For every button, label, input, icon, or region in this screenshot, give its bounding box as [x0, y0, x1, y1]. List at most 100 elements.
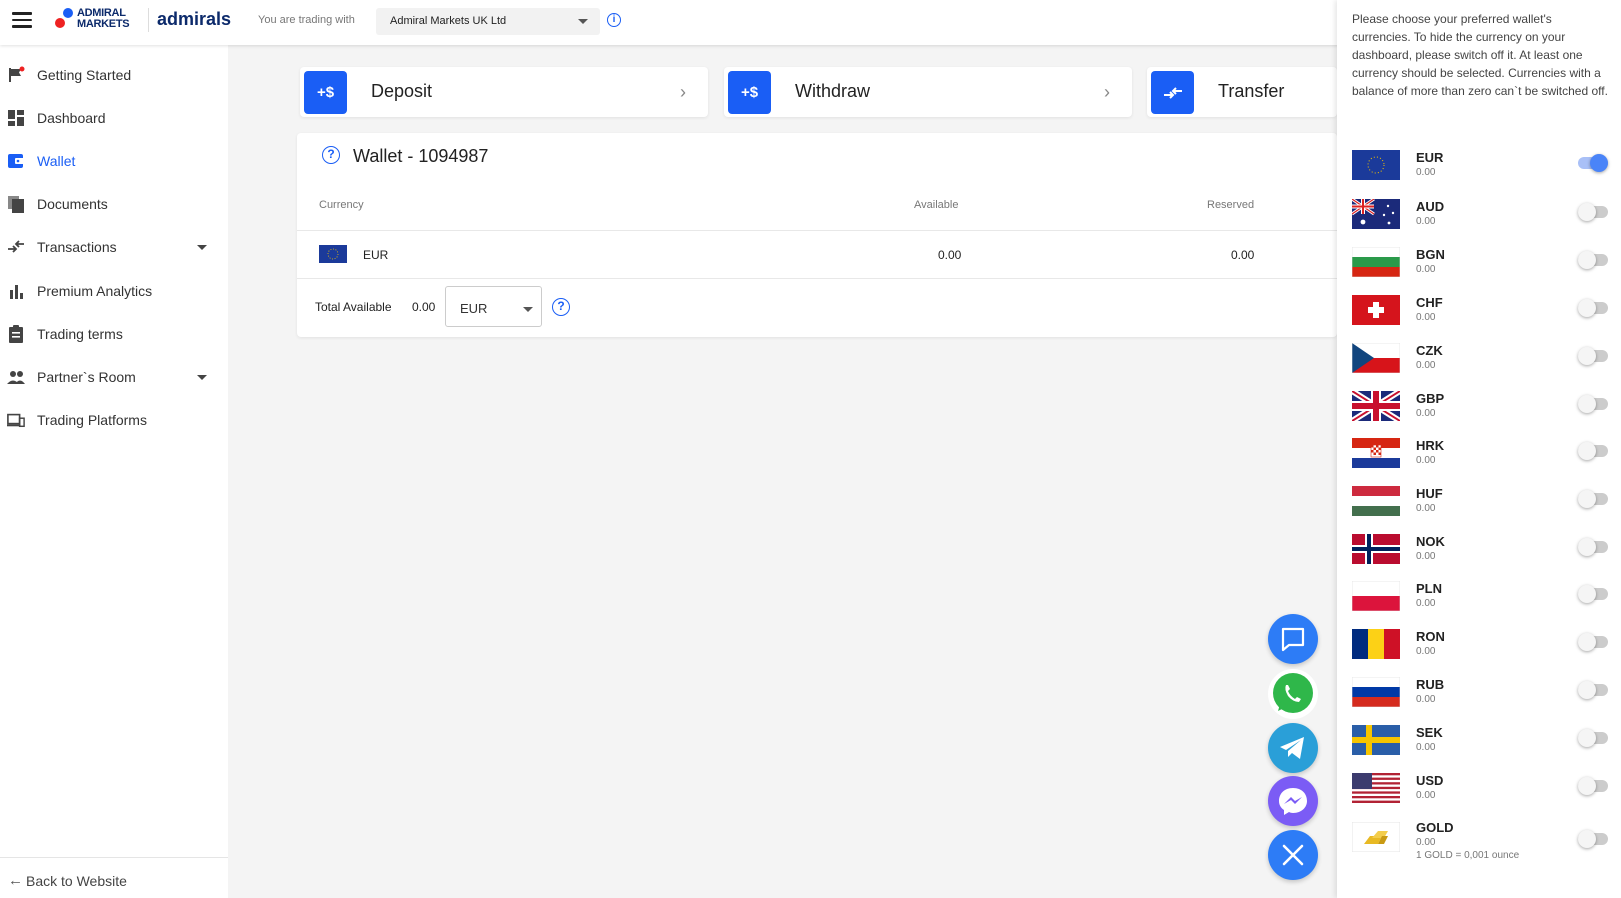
column-header-reserved: Reserved — [1207, 199, 1255, 211]
flag-icon — [9, 66, 25, 82]
admirals-logo[interactable]: admirals — [157, 9, 231, 30]
column-header-currency: Currency — [319, 199, 364, 211]
deposit-label: Deposit — [371, 81, 433, 101]
currency-code: GOLD — [1416, 820, 1454, 835]
logo-text: ADMIRAL MARKETS — [77, 8, 130, 30]
hungary-flag-icon — [1352, 486, 1400, 516]
documents-icon — [8, 196, 24, 213]
transfer-arrows-icon — [8, 240, 24, 253]
currency-code: BGN — [1416, 247, 1445, 262]
currency-row-rub: RUB 0.00 — [1337, 671, 1621, 719]
currency-toggle[interactable] — [1578, 299, 1608, 317]
arrow-left-icon: ← — [8, 872, 23, 889]
currency-row-huf: HUF 0.00 — [1337, 480, 1621, 528]
currency-row-nok: NOK 0.00 — [1337, 528, 1621, 576]
sweden-flag-icon — [1352, 725, 1400, 755]
sidebar-item-label: Trading Platforms — [37, 412, 147, 428]
currency-toggle[interactable] — [1578, 154, 1608, 172]
currency-toggle[interactable] — [1578, 490, 1608, 508]
currency-balance: 0.00 — [1416, 312, 1436, 323]
gold-unit-note: 1 GOLD = 0,001 ounce — [1416, 850, 1520, 861]
currency-row-aud: AUD 0.00 — [1337, 193, 1621, 241]
admiral-markets-logo[interactable]: ADMIRAL MARKETS — [55, 8, 141, 30]
deposit-card[interactable]: +$ Deposit › — [300, 67, 708, 117]
currency-code: RON — [1416, 629, 1445, 644]
sidebar-item-label: Getting Started — [37, 67, 132, 83]
eu-flag-icon — [1352, 150, 1400, 180]
sidebar-item-wallet[interactable]: Wallet — [0, 141, 228, 181]
sidebar-item-dashboard[interactable]: Dashboard — [0, 98, 228, 138]
row-available: 0.00 — [938, 248, 962, 262]
currency-toggle[interactable] — [1578, 442, 1608, 460]
sidebar-item-trading-terms[interactable]: Trading terms — [0, 314, 228, 354]
info-icon[interactable]: i — [607, 13, 621, 27]
currency-balance: 0.00 — [1416, 551, 1436, 562]
sidebar-item-transactions[interactable]: Transactions — [0, 227, 228, 267]
currency-toggle[interactable] — [1578, 681, 1608, 699]
dashboard-icon — [8, 110, 24, 126]
sidebar-item-getting-started[interactable]: Getting Started — [0, 55, 228, 95]
currency-toggle[interactable] — [1578, 777, 1608, 795]
eu-flag-icon — [319, 245, 347, 263]
messenger-button[interactable] — [1268, 776, 1318, 826]
expand-arrow-icon — [197, 245, 207, 250]
sidebar: Getting Started Dashboard Wallet Documen… — [0, 45, 228, 898]
sidebar-item-documents[interactable]: Documents — [0, 184, 228, 224]
sidebar-item-label: Documents — [37, 196, 108, 212]
withdraw-label: Withdraw — [795, 81, 871, 101]
currency-balance: 0.00 — [1416, 598, 1436, 609]
currency-balance: 0.00 — [1416, 503, 1436, 514]
currency-balance: 0.00 — [1416, 694, 1436, 705]
currency-toggle[interactable] — [1578, 585, 1608, 603]
whatsapp-button[interactable] — [1268, 669, 1318, 719]
currency-toggle[interactable] — [1578, 729, 1608, 747]
currency-balance: 0.00 — [1416, 360, 1436, 371]
currency-toggle[interactable] — [1578, 347, 1608, 365]
currency-balance: 0.00 — [1416, 455, 1436, 466]
currency-toggle[interactable] — [1578, 203, 1608, 221]
currency-toggle[interactable] — [1578, 538, 1608, 556]
australia-flag-icon — [1352, 199, 1400, 229]
transfer-icon — [1151, 71, 1194, 114]
uk-flag-icon — [1352, 391, 1400, 421]
currency-balance: 0.00 — [1416, 264, 1436, 275]
row-currency: EUR — [363, 248, 389, 262]
telegram-button[interactable] — [1268, 723, 1318, 773]
sidebar-item-trading-platforms[interactable]: Trading Platforms — [0, 400, 228, 440]
devices-icon — [7, 413, 25, 428]
currency-code: HRK — [1416, 438, 1445, 453]
currency-code: EUR — [1416, 150, 1444, 165]
transfer-card[interactable]: Transfer — [1147, 67, 1337, 117]
sidebar-item-label: Premium Analytics — [37, 283, 153, 299]
close-button[interactable] — [1268, 830, 1318, 880]
back-to-website-link[interactable]: ← Back to Website — [0, 857, 228, 898]
deposit-icon: +$ — [304, 71, 347, 114]
currency-code: CZK — [1416, 343, 1443, 358]
currency-row-pln: PLN 0.00 — [1337, 575, 1621, 623]
withdraw-card[interactable]: +$ Withdraw › — [724, 67, 1132, 117]
help-icon[interactable]: ? — [322, 146, 340, 164]
currency-row-czk: CZK 0.00 — [1337, 337, 1621, 385]
currency-toggle[interactable] — [1578, 633, 1608, 651]
sidebar-item-partners-room[interactable]: Partner`s Room — [0, 357, 228, 397]
chat-button[interactable] — [1268, 614, 1318, 664]
total-currency-select[interactable]: EUR — [445, 286, 542, 327]
hamburger-menu-icon[interactable] — [12, 12, 32, 30]
help-icon[interactable]: ? — [552, 298, 570, 316]
total-available-label: Total Available — [315, 300, 392, 314]
currency-code: USD — [1416, 773, 1444, 788]
row-divider — [297, 278, 1337, 279]
entity-select[interactable]: Admiral Markets UK Ltd — [376, 8, 600, 35]
chevron-right-icon: › — [1104, 82, 1110, 102]
currency-toggle[interactable] — [1578, 830, 1608, 848]
sidebar-item-premium-analytics[interactable]: Premium Analytics — [0, 271, 228, 311]
currency-row-eur: EUR 0.00 — [1337, 144, 1621, 192]
currency-settings-info: Please choose your preferred wallet's cu… — [1352, 12, 1608, 98]
currency-code: PLN — [1416, 581, 1442, 596]
sidebar-item-label: Wallet — [37, 153, 76, 169]
currency-toggle[interactable] — [1578, 251, 1608, 269]
currency-row-gold: GOLD 0.00 1 GOLD = 0,001 ounce — [1337, 814, 1621, 872]
currency-balance: 0.00 — [1416, 837, 1436, 848]
total-available-value: 0.00 — [412, 300, 436, 314]
currency-toggle[interactable] — [1578, 395, 1608, 413]
